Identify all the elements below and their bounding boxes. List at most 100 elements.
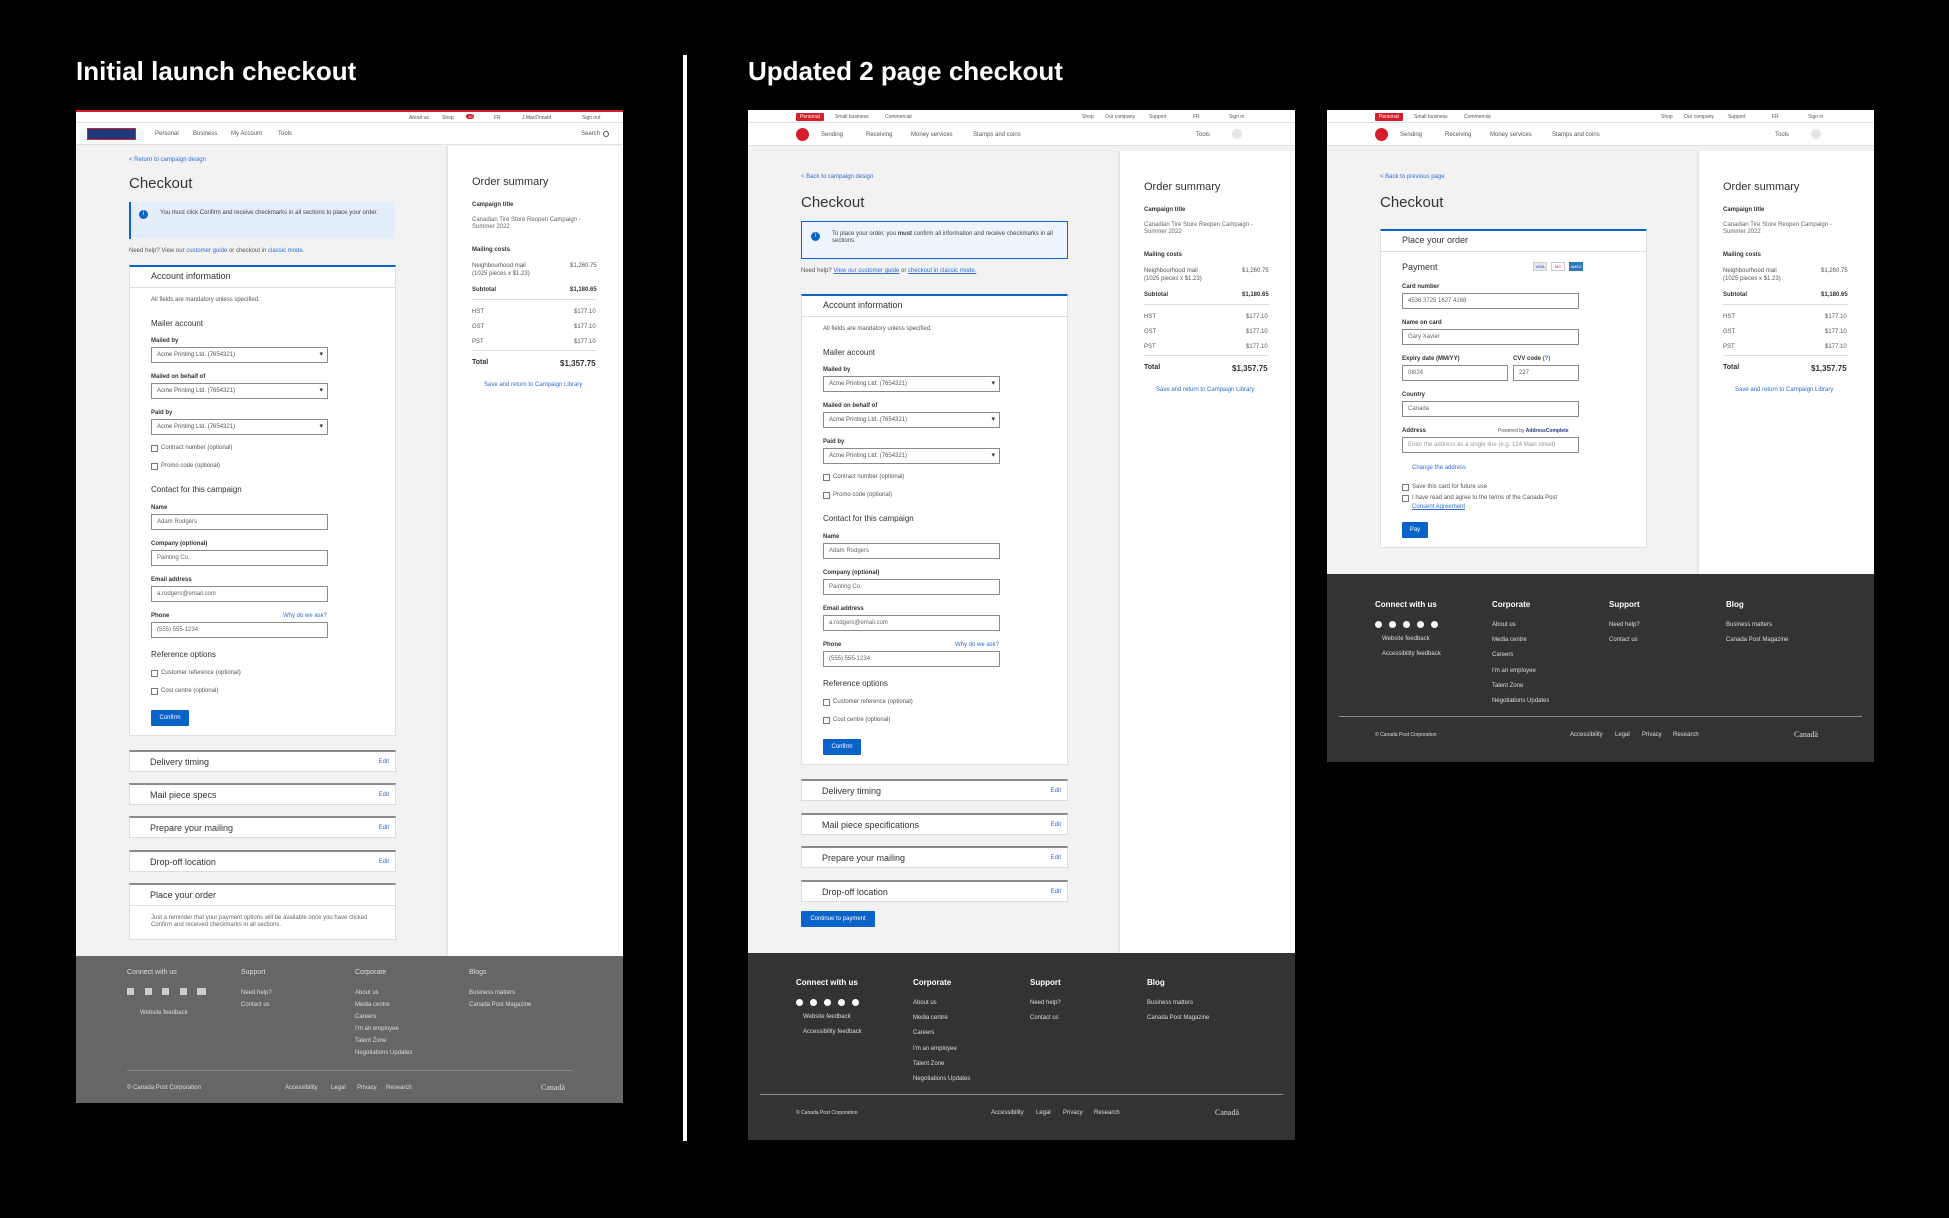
corp-link[interactable]: Media centre	[355, 1002, 390, 1008]
nav-money[interactable]: Money services	[911, 132, 953, 138]
legal-link[interactable]: Accessibility	[1570, 732, 1603, 738]
corp-link[interactable]: About us	[913, 1000, 937, 1006]
search-icon[interactable]	[1232, 129, 1242, 139]
youtube-icon[interactable]	[1431, 621, 1438, 628]
back-link[interactable]: < Back to campaign design	[801, 174, 873, 180]
top-shop-link[interactable]: Shop	[1661, 114, 1673, 120]
linkedin-icon[interactable]	[1417, 621, 1424, 628]
tab-small-business[interactable]: Small business	[835, 114, 869, 120]
nav-stamps[interactable]: Stamps and coins	[973, 132, 1021, 138]
nav-stamps[interactable]: Stamps and coins	[1552, 132, 1600, 138]
return-link[interactable]: < Return to campaign design	[129, 157, 206, 163]
edit-link[interactable]: Edit	[1051, 788, 1061, 794]
tab-commercial[interactable]: Commercial	[885, 114, 912, 120]
instagram-icon[interactable]	[162, 988, 169, 995]
nav-tools[interactable]: Tools	[1775, 132, 1789, 138]
corp-link[interactable]: I'm an employee	[355, 1026, 399, 1032]
corp-link[interactable]: I'm an employee	[913, 1046, 957, 1052]
section-delivery-timing[interactable]: Delivery timing Edit	[801, 779, 1068, 801]
nav-personal[interactable]: Personal	[155, 131, 179, 137]
corp-link[interactable]: Negotiations Updates	[1492, 698, 1549, 704]
section-drop-off[interactable]: Drop-off location Edit	[801, 880, 1068, 902]
promo-checkbox[interactable]	[151, 463, 158, 470]
email-input[interactable]: a.rodgers@email.com	[151, 586, 328, 602]
nav-receiving[interactable]: Receiving	[866, 132, 892, 138]
nav-my-account[interactable]: My Account	[231, 131, 262, 137]
contact-link[interactable]: Contact us	[1609, 637, 1638, 643]
instagram-icon[interactable]	[824, 999, 831, 1006]
contract-checkbox[interactable]	[151, 445, 158, 452]
nav-business[interactable]: Business	[193, 131, 217, 137]
contact-link[interactable]: Contact us	[1030, 1015, 1059, 1021]
change-address-link[interactable]: Change the address	[1412, 465, 1466, 471]
top-shop-link[interactable]: Shop	[442, 115, 454, 121]
top-company-link[interactable]: Our company	[1105, 114, 1135, 120]
company-input[interactable]: Painting Co.	[823, 579, 1000, 595]
instagram-icon[interactable]	[1403, 621, 1410, 628]
consent-agreement-link[interactable]: Consent Agreement	[1412, 504, 1465, 510]
website-feedback-link[interactable]: Website feedback	[803, 1014, 851, 1020]
blog-link[interactable]: Canada Post Magazine	[469, 1002, 531, 1008]
nav-tools[interactable]: Tools	[278, 131, 292, 137]
customer-guide-link[interactable]: customer guide	[186, 248, 227, 254]
corp-link[interactable]: Media centre	[913, 1015, 948, 1021]
top-fr-link[interactable]: FR	[494, 115, 501, 121]
cart-badge[interactable]: 10	[466, 114, 475, 119]
contact-link[interactable]: Contact us	[241, 1002, 270, 1008]
why-ask-link[interactable]: Why do we ask?	[955, 642, 999, 648]
legal-link[interactable]: Legal	[1615, 732, 1630, 738]
blog-link[interactable]: Canada Post Magazine	[1726, 637, 1788, 643]
corp-link[interactable]: About us	[355, 990, 379, 996]
top-support-link[interactable]: Support	[1149, 114, 1167, 120]
why-ask-link[interactable]: Why do we ask?	[283, 613, 327, 619]
contract-checkbox[interactable]	[823, 474, 830, 481]
top-signin-link[interactable]: Sign in	[1229, 114, 1244, 120]
corp-link[interactable]: Negotiations Updates	[355, 1050, 412, 1056]
top-user-menu[interactable]: J.MacDonald	[522, 115, 551, 121]
card-number-input[interactable]: 4536 3725 1627 4268	[1402, 293, 1579, 309]
corp-link[interactable]: Careers	[1492, 652, 1513, 658]
name-input[interactable]: Adam Rodgers	[823, 543, 1000, 559]
accessibility-feedback-link[interactable]: Accessibility feedback	[803, 1029, 862, 1035]
top-signout-link[interactable]: Sign out	[582, 115, 600, 121]
edit-link[interactable]: Edit	[379, 859, 389, 865]
corp-link[interactable]: Careers	[913, 1030, 934, 1036]
blog-link[interactable]: Business matters	[1726, 622, 1772, 628]
canada-post-logo[interactable]	[1375, 128, 1388, 141]
country-input[interactable]: Canada	[1402, 401, 1579, 417]
continue-to-payment-button[interactable]: Continue to payment	[801, 911, 875, 927]
phone-input[interactable]: (555) 555-1234	[823, 651, 1000, 667]
x-icon[interactable]	[810, 999, 817, 1006]
name-input[interactable]: Adam Rodgers	[151, 514, 328, 530]
facebook-icon[interactable]	[127, 988, 134, 995]
expiry-input[interactable]: 08/24	[1402, 365, 1508, 381]
classic-mode-link[interactable]: classic mode.	[268, 248, 304, 254]
need-help-link[interactable]: Need help?	[1609, 622, 1640, 628]
twitter-icon[interactable]	[145, 988, 152, 995]
linkedin-icon[interactable]	[838, 999, 845, 1006]
edit-link[interactable]: Edit	[1051, 855, 1061, 861]
section-prepare[interactable]: Prepare your mailing Edit	[801, 846, 1068, 868]
confirm-button[interactable]: Confirm	[151, 710, 189, 726]
mailed-by-select[interactable]: Acme Printing Ltd. (7654321)	[823, 376, 1000, 392]
legal-link[interactable]: Legal	[331, 1085, 346, 1091]
paid-by-select[interactable]: Acme Printing Ltd. (7654321)	[151, 419, 328, 435]
legal-link[interactable]: Research	[1673, 732, 1699, 738]
tab-personal[interactable]: Personal	[796, 113, 824, 121]
confirm-button[interactable]: Confirm	[823, 739, 861, 755]
legal-link[interactable]: Privacy	[1642, 732, 1662, 738]
nav-search[interactable]: Search	[581, 131, 600, 137]
legal-link[interactable]: Privacy	[357, 1085, 377, 1091]
legal-link[interactable]: Legal	[1036, 1110, 1051, 1116]
phone-input[interactable]: (555) 555-1234	[151, 622, 328, 638]
top-signin-link[interactable]: Sign in	[1808, 114, 1823, 120]
customer-ref-checkbox[interactable]	[823, 699, 830, 706]
terms-checkbox[interactable]	[1402, 495, 1409, 502]
cvv-help-icon[interactable]: (?)	[1543, 356, 1551, 362]
tab-personal[interactable]: Personal	[1375, 113, 1403, 121]
top-about-link[interactable]: About us	[409, 115, 429, 121]
edit-link[interactable]: Edit	[379, 825, 389, 831]
section-delivery-timing[interactable]: Delivery timing Edit	[129, 750, 396, 772]
top-fr-link[interactable]: FR	[1772, 114, 1779, 120]
nav-sending[interactable]: Sending	[821, 132, 843, 138]
